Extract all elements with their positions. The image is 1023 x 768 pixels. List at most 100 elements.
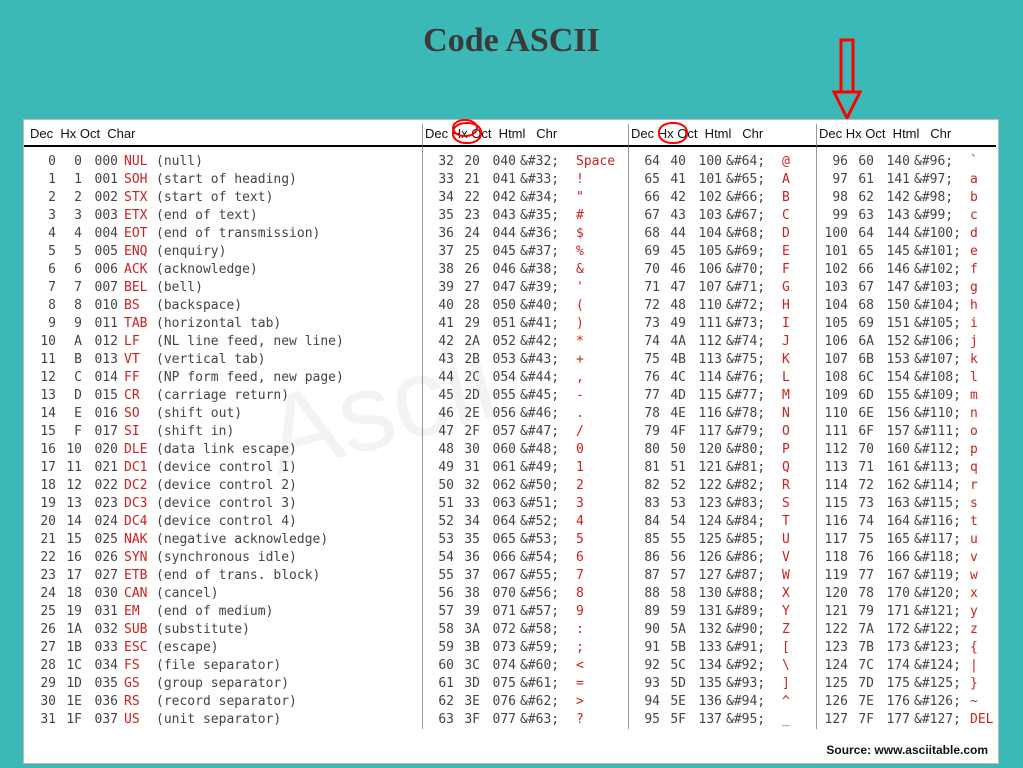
table-row: 7046106&#70;F <box>630 261 816 279</box>
cell-chr: v <box>970 549 1010 567</box>
cell-dec: 45 <box>424 387 456 405</box>
cell-oct: 030 <box>84 585 122 603</box>
table-row: 1267E176&#126;~ <box>818 693 996 711</box>
cell-hx: 70 <box>850 441 876 459</box>
cell-html: &#106; <box>914 333 970 351</box>
table-row: 66006ACK(acknowledge) <box>30 261 422 279</box>
cell-hx: 32 <box>456 477 482 495</box>
cell-dec: 111 <box>818 423 850 441</box>
cell-desc: (data link escape) <box>154 441 406 459</box>
cell-hx: 56 <box>662 549 688 567</box>
cell-dec: 11 <box>30 351 58 369</box>
cell-dec: 48 <box>424 441 456 459</box>
cell-hx: C <box>58 369 84 387</box>
cell-oct: 025 <box>84 531 122 549</box>
cell-dec: 24 <box>30 585 58 603</box>
cell-mnemonic: ENQ <box>122 243 154 261</box>
cell-chr: j <box>970 333 1010 351</box>
cell-hx: 7C <box>850 657 876 675</box>
table-row: 1086C154&#108;l <box>818 369 996 387</box>
cell-mnemonic: SYN <box>122 549 154 567</box>
cell-hx: 64 <box>850 225 876 243</box>
cell-dec: 19 <box>30 495 58 513</box>
ascii-section-2: Dec Hx Oct Html Chr 6440100&#64;@6541101… <box>628 124 816 729</box>
page-title: Code ASCII <box>0 22 1023 60</box>
cell-html: &#72; <box>726 297 782 315</box>
cell-html: &#38; <box>520 261 576 279</box>
cell-dec: 59 <box>424 639 456 657</box>
cell-dec: 100 <box>818 225 850 243</box>
cell-oct: 116 <box>688 405 726 423</box>
cell-dec: 68 <box>630 225 662 243</box>
table-row: 8757127&#87;W <box>630 567 816 585</box>
cell-oct: 044 <box>482 225 520 243</box>
table-row: 905A132&#90;Z <box>630 621 816 639</box>
cell-hx: 11 <box>58 459 84 477</box>
cell-dec: 70 <box>630 261 662 279</box>
cell-dec: 119 <box>818 567 850 585</box>
cell-html: &#80; <box>726 441 782 459</box>
cell-dec: 7 <box>30 279 58 297</box>
cell-chr: 4 <box>576 513 616 531</box>
table-row: 1913023DC3(device control 3) <box>30 495 422 513</box>
cell-desc: (file separator) <box>154 657 406 675</box>
cell-html: &#67; <box>726 207 782 225</box>
cell-oct: 156 <box>876 405 914 423</box>
cell-hx: 4F <box>662 423 688 441</box>
cell-oct: 164 <box>876 513 914 531</box>
cell-html: &#111; <box>914 423 970 441</box>
cell-chr: z <box>970 621 1010 639</box>
cell-oct: 106 <box>688 261 726 279</box>
cell-html: &#49; <box>520 459 576 477</box>
cell-chr: - <box>576 387 616 405</box>
cell-oct: 150 <box>876 297 914 315</box>
cell-chr: l <box>970 369 1010 387</box>
cell-chr: ' <box>576 279 616 297</box>
cell-html: &#120; <box>914 585 970 603</box>
cell-chr: y <box>970 603 1010 621</box>
cell-mnemonic: TAB <box>122 315 154 333</box>
cell-oct: 104 <box>688 225 726 243</box>
cell-dec: 21 <box>30 531 58 549</box>
cell-oct: 000 <box>84 153 122 171</box>
table-row: 11977167&#119;w <box>818 567 996 585</box>
cell-oct: 121 <box>688 459 726 477</box>
table-row: 3422042&#34;" <box>424 189 628 207</box>
cell-dec: 92 <box>630 657 662 675</box>
cell-oct: 012 <box>84 333 122 351</box>
cell-dec: 106 <box>818 333 850 351</box>
cell-dec: 41 <box>424 315 456 333</box>
table-row: 3321041&#33;! <box>424 171 628 189</box>
cell-html: &#86; <box>726 549 782 567</box>
cell-desc: (carriage return) <box>154 387 406 405</box>
cell-dec: 88 <box>630 585 662 603</box>
cell-oct: 117 <box>688 423 726 441</box>
cell-hx: 5C <box>662 657 688 675</box>
table-row: 11876166&#118;v <box>818 549 996 567</box>
cell-hx: 3 <box>58 207 84 225</box>
table-row: 462E056&#46;. <box>424 405 628 423</box>
table-row: 3927047&#39;' <box>424 279 628 297</box>
cell-oct: 133 <box>688 639 726 657</box>
table-row: 3220040&#32;Space <box>424 153 628 171</box>
cell-dec: 95 <box>630 711 662 729</box>
table-row: 5739071&#57;9 <box>424 603 628 621</box>
cell-mnemonic: DC4 <box>122 513 154 531</box>
cell-html: &#95; <box>726 711 782 729</box>
cell-desc: (enquiry) <box>154 243 406 261</box>
cell-html: &#52; <box>520 513 576 531</box>
table-row: 764C114&#76;L <box>630 369 816 387</box>
cell-hx: 63 <box>850 207 876 225</box>
cell-oct: 173 <box>876 639 914 657</box>
table-row: 12C014FF(NP form feed, new page) <box>30 369 422 387</box>
cell-hx: 73 <box>850 495 876 513</box>
cell-oct: 131 <box>688 603 726 621</box>
cell-dec: 110 <box>818 405 850 423</box>
table-row: 1076B153&#107;k <box>818 351 996 369</box>
cell-chr: w <box>970 567 1010 585</box>
cell-dec: 67 <box>630 207 662 225</box>
cell-oct: 112 <box>688 333 726 351</box>
cell-html: &#68; <box>726 225 782 243</box>
cell-oct: 161 <box>876 459 914 477</box>
cell-hx: 13 <box>58 495 84 513</box>
